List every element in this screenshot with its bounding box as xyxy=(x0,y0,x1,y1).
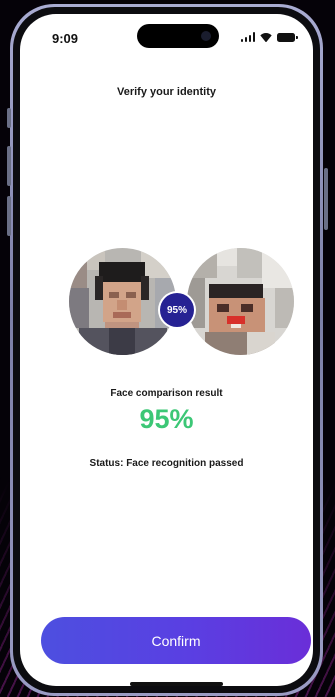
phone-frame: 9:09 Verify your identity 95% Face compa… xyxy=(10,4,323,696)
volume-down-button xyxy=(7,196,11,236)
match-percentage-badge: 95% xyxy=(160,293,194,327)
camera-icon xyxy=(201,31,211,41)
signal-icon xyxy=(240,32,255,42)
home-indicator[interactable] xyxy=(130,682,223,686)
power-button xyxy=(324,168,328,230)
volume-up-button xyxy=(7,146,11,186)
action-button xyxy=(7,108,11,128)
status-icons xyxy=(240,32,298,42)
app-screen: 9:09 Verify your identity 95% Face compa… xyxy=(20,14,313,686)
status-time: 9:09 xyxy=(52,31,79,46)
match-score: 95% xyxy=(139,404,194,434)
dynamic-island xyxy=(137,24,219,48)
confirm-button[interactable]: Confirm xyxy=(41,617,311,664)
captured-face-photo xyxy=(187,248,294,355)
wifi-icon xyxy=(260,33,272,42)
page-title: Verify your identity xyxy=(116,86,217,98)
verification-status: Status: Face recognition passed xyxy=(89,458,244,469)
phone-bezel: 9:09 Verify your identity 95% Face compa… xyxy=(13,7,320,693)
battery-icon xyxy=(277,32,298,42)
result-label: Face comparison result xyxy=(110,388,223,399)
reference-face-photo xyxy=(69,248,176,355)
